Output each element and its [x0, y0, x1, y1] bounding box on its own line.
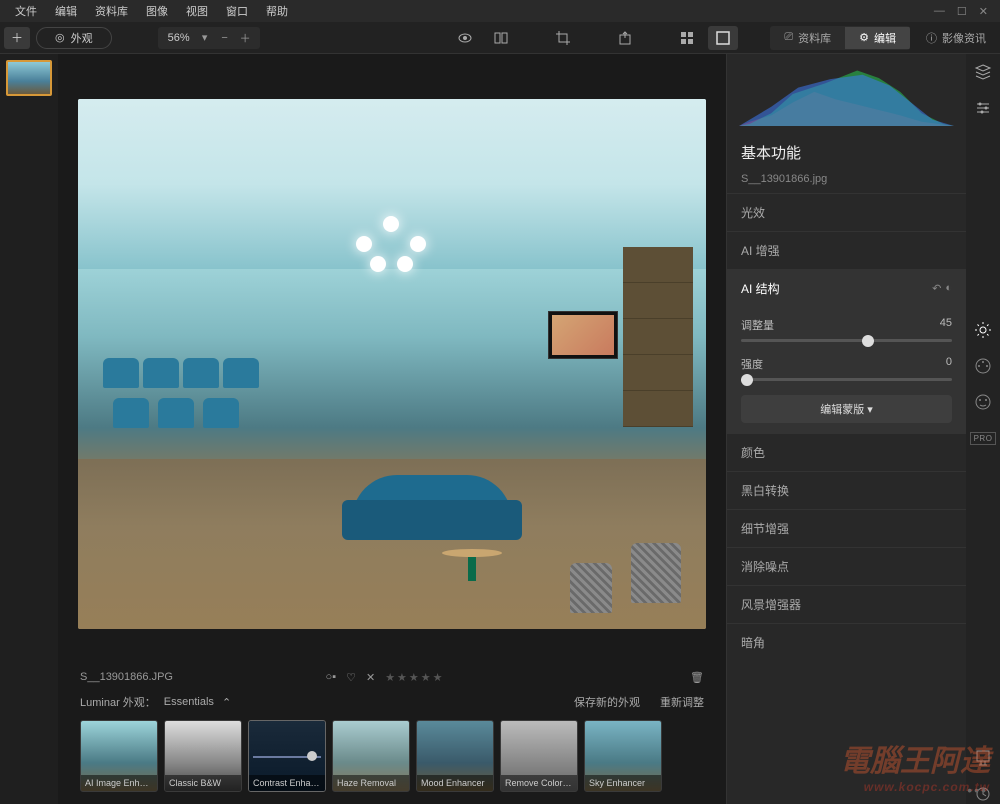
tool-denoise[interactable]: 消除噪点: [727, 547, 966, 585]
tab-library[interactable]: ⎚ 资料库: [770, 27, 845, 49]
compare-icon[interactable]: [486, 26, 516, 50]
menu-window[interactable]: 窗口: [217, 1, 257, 21]
info-icon: ⓘ: [926, 30, 937, 46]
strength-label: 强度: [741, 356, 763, 372]
single-view-icon[interactable]: [708, 26, 738, 50]
maximize-button[interactable]: ☐: [957, 5, 967, 18]
histogram[interactable]: [727, 54, 966, 134]
visibility-icon[interactable]: ◐: [945, 282, 952, 295]
minimize-button[interactable]: —: [934, 5, 945, 18]
info-button[interactable]: ⓘ 影像资讯: [916, 27, 996, 49]
chevron-up-icon[interactable]: ⌃: [222, 696, 231, 709]
reject-icon[interactable]: ✕: [366, 671, 375, 684]
tool-landscape[interactable]: 风景增强器: [727, 585, 966, 623]
crop-icon[interactable]: [548, 26, 578, 50]
menu-view[interactable]: 视图: [177, 1, 217, 21]
preset-remove-color[interactable]: Remove Color…: [500, 720, 578, 792]
face-icon[interactable]: [973, 392, 993, 412]
palette-icon[interactable]: [973, 356, 993, 376]
edit-panel: 基本功能 S__13901866.jpg 光效 AI 增强 AI 结构 ↶ ◐ …: [726, 54, 966, 804]
tool-ai-structure[interactable]: AI 结构 ↶ ◐: [727, 269, 966, 307]
preset-ai-enhance[interactable]: AI Image Enhan…: [80, 720, 158, 792]
look-label: 外观: [71, 30, 93, 46]
menu-help[interactable]: 帮助: [257, 1, 297, 21]
preset-classic-bw[interactable]: Classic B&W: [164, 720, 242, 792]
look-button[interactable]: ◎ 外观: [36, 27, 112, 49]
preset-haze[interactable]: Haze Removal: [332, 720, 410, 792]
grid-view-icon[interactable]: [672, 26, 702, 50]
export-icon[interactable]: [610, 26, 640, 50]
strength-slider[interactable]: [741, 378, 952, 381]
right-rail: PRO: [966, 54, 1000, 804]
center-area: S__13901866.JPG ○▪ ♡ ✕ ★★★★★ 🗑 Luminar 外…: [58, 54, 726, 804]
menu-edit[interactable]: 编辑: [46, 1, 86, 21]
thumbnail-selected[interactable]: [6, 60, 52, 96]
panel-title: 基本功能: [727, 134, 966, 171]
pro-badge[interactable]: PRO: [973, 428, 993, 448]
flag-icon[interactable]: ○▪: [326, 671, 337, 683]
menu-bar: 文件 编辑 资料库 图像 视图 窗口 帮助 — ☐ ✕: [0, 0, 1000, 22]
window-controls: — ☐ ✕: [934, 5, 994, 18]
undo-icon[interactable]: ↶: [932, 282, 941, 295]
menu-library[interactable]: 资料库: [86, 1, 137, 21]
reset-look-button[interactable]: 重新调整: [660, 694, 704, 710]
looks-header: Luminar 外观： Essentials ⌃ 保存新的外观 重新调整: [58, 690, 726, 714]
panel-filename: S__13901866.jpg: [727, 171, 966, 193]
menu-image[interactable]: 图像: [137, 1, 177, 21]
rating-stars[interactable]: ★★★★★: [385, 671, 444, 684]
zoom-dropdown-icon[interactable]: ▾: [196, 31, 214, 44]
save-look-button[interactable]: 保存新的外观: [574, 694, 640, 710]
amount-slider[interactable]: [741, 339, 952, 342]
filmstrip: [0, 54, 58, 804]
zoom-in-button[interactable]: ＋: [236, 30, 254, 46]
zoom-group: 56% ▾ − ＋: [158, 27, 260, 49]
more-dots-icon[interactable]: •••: [967, 782, 988, 798]
zoom-value[interactable]: 56%: [164, 32, 194, 44]
tool-color[interactable]: 颜色: [727, 433, 966, 471]
canvas-icon[interactable]: [973, 748, 993, 768]
mode-tabs: ⎚ 资料库 ⚙ 编辑: [770, 26, 910, 50]
sliders-icon: ⚙: [859, 31, 869, 44]
edit-mask-button[interactable]: 编辑蒙版 ▾: [741, 395, 952, 423]
presets-row: AI Image Enhan… Classic B&W Contrast Enh…: [58, 714, 726, 804]
filename-label: S__13901866.JPG: [80, 671, 326, 683]
zoom-out-button[interactable]: −: [216, 32, 234, 44]
menu-file[interactable]: 文件: [6, 1, 46, 21]
preview-eye-icon[interactable]: [450, 26, 480, 50]
image-info-bar: S__13901866.JPG ○▪ ♡ ✕ ★★★★★ 🗑: [58, 664, 726, 690]
amount-label: 调整量: [741, 317, 774, 333]
close-button[interactable]: ✕: [979, 5, 988, 18]
preset-mood[interactable]: Mood Enhancer: [416, 720, 494, 792]
tool-light[interactable]: 光效: [727, 193, 966, 231]
looks-category[interactable]: Essentials: [164, 696, 214, 708]
tab-edit[interactable]: ⚙ 编辑: [845, 27, 910, 49]
sun-icon[interactable]: [973, 320, 993, 340]
strength-value: 0: [946, 356, 952, 372]
toolbar: ＋ ◎ 外观 56% ▾ − ＋ ⎚ 资料库 ⚙ 编辑 ⓘ 影像资讯: [0, 22, 1000, 54]
preset-contrast[interactable]: Contrast Enhan…: [248, 720, 326, 792]
adjustments-icon[interactable]: [973, 98, 993, 118]
tool-detail[interactable]: 细节增强: [727, 509, 966, 547]
looks-label: Luminar 外观：: [80, 694, 156, 710]
main: S__13901866.JPG ○▪ ♡ ✕ ★★★★★ 🗑 Luminar 外…: [0, 54, 1000, 804]
tool-bw[interactable]: 黑白转换: [727, 471, 966, 509]
ai-structure-body: 调整量 45 强度 0 编辑蒙版 ▾: [727, 307, 966, 433]
amount-value: 45: [940, 317, 952, 333]
layers-icon[interactable]: [973, 62, 993, 82]
library-icon: ⎚: [784, 31, 793, 44]
add-button[interactable]: ＋: [4, 27, 30, 49]
look-icon: ◎: [55, 31, 65, 44]
image-canvas[interactable]: [78, 99, 706, 629]
preset-sky[interactable]: Sky Enhancer: [584, 720, 662, 792]
trash-icon[interactable]: 🗑: [690, 671, 704, 684]
tool-ai-enhance[interactable]: AI 增强: [727, 231, 966, 269]
heart-icon[interactable]: ♡: [346, 671, 356, 684]
canvas-wrap: [58, 54, 726, 664]
tool-vignette[interactable]: 暗角: [727, 623, 966, 661]
